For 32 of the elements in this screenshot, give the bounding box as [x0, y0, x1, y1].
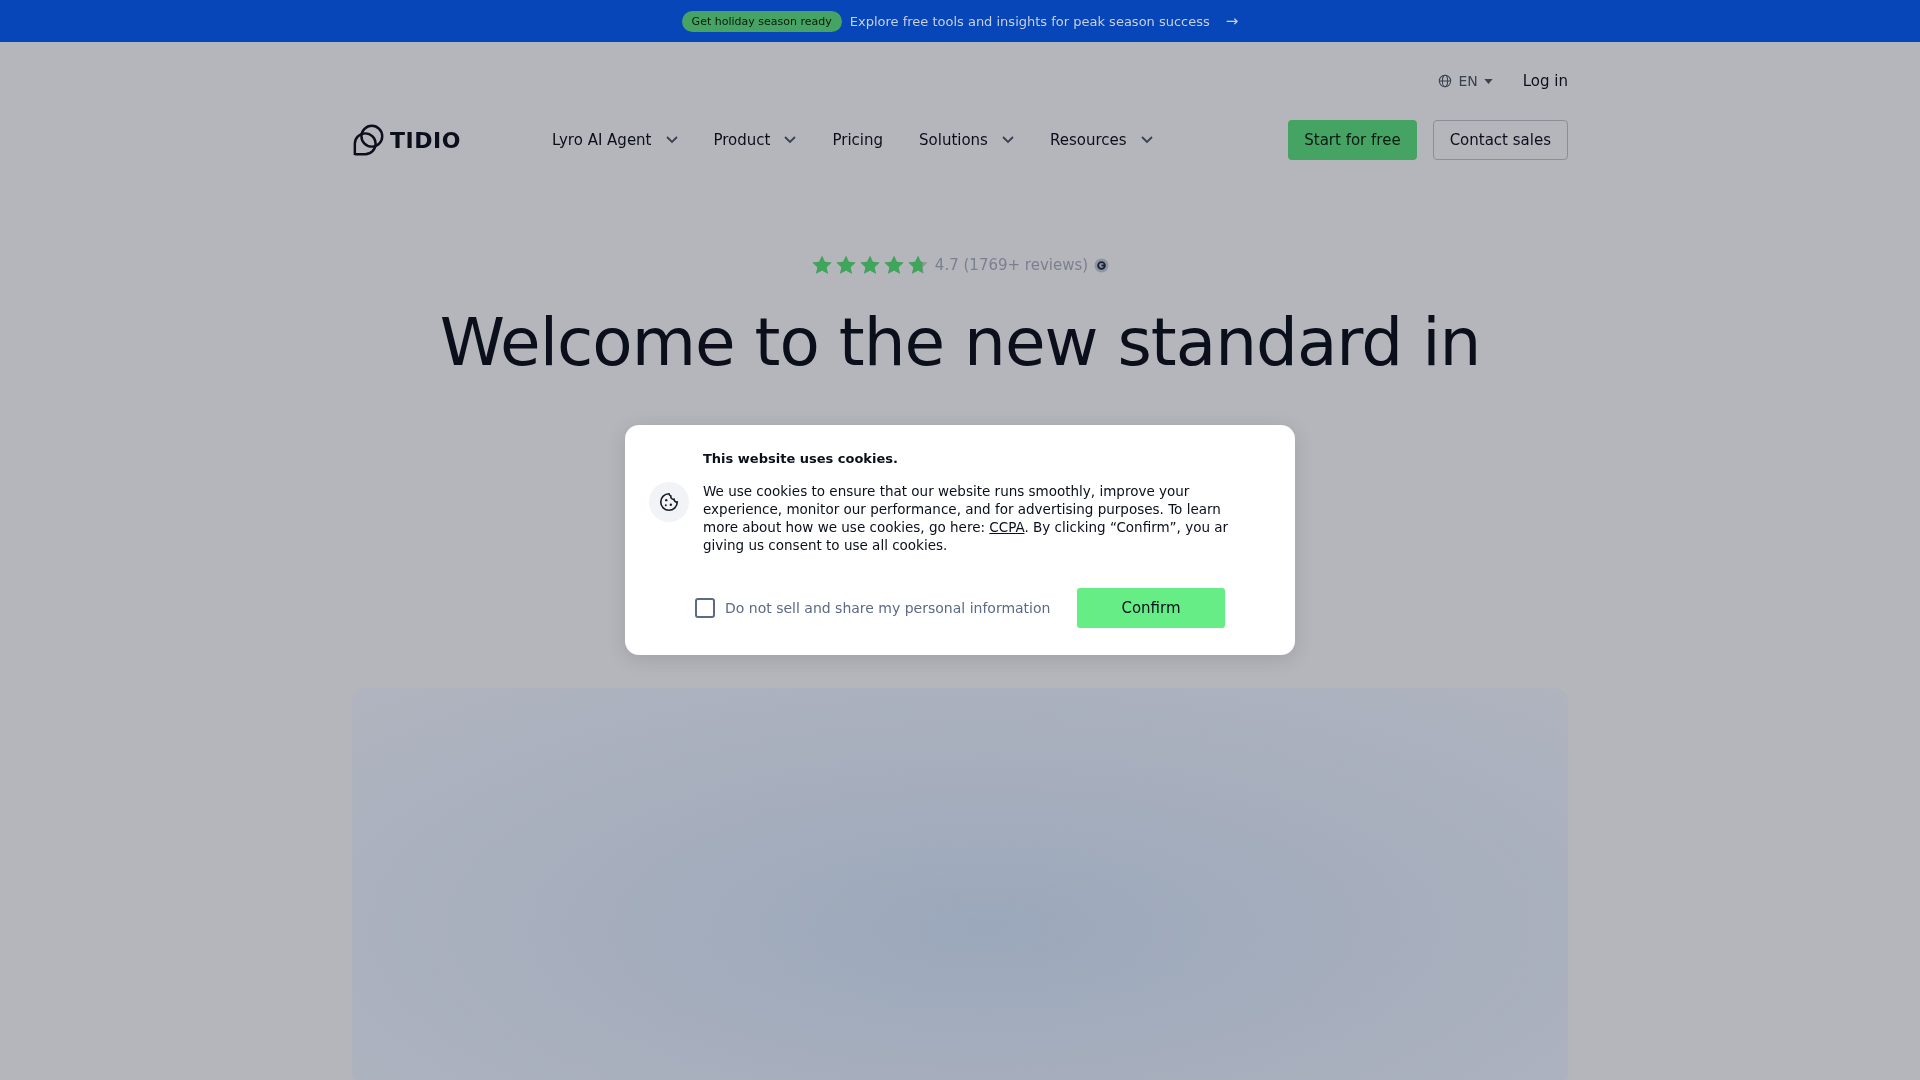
checkbox-label: Do not sell and share my personal information: [725, 600, 1051, 616]
promo-link[interactable]: Explore free tools and insights for peak season success: [849, 13, 1210, 29]
star-icon: [810, 254, 833, 276]
nav-item[interactable]: Solutions: [919, 131, 1014, 149]
nav-item[interactable]: Pricing: [832, 131, 883, 149]
dialog-title: This website uses cookies.: [703, 451, 899, 466]
arrow-icon[interactable]: →: [1225, 12, 1239, 30]
nav-item[interactable]: Lyro AI Agent: [552, 131, 678, 149]
star-icon: [858, 254, 881, 276]
ccpa-link[interactable]: CCPA: [989, 519, 1025, 535]
review-site-icon: [1094, 257, 1110, 273]
page-heading: Welcome to the new standard in: [438, 303, 1482, 383]
contact-button[interactable]: Contact sales: [1432, 120, 1568, 160]
promo-badge[interactable]: Get holiday season ready: [681, 10, 842, 32]
logo-icon: [352, 123, 386, 157]
checkbox[interactable]: [695, 598, 715, 618]
confirm-button[interactable]: Confirm: [1077, 588, 1225, 628]
logo[interactable]: TIDIO: [352, 123, 552, 157]
rating-text: 4.7 (1769+ reviews): [934, 256, 1089, 274]
nav-item[interactable]: Product: [713, 131, 797, 149]
globe-icon: [1438, 74, 1453, 88]
language-selector[interactable]: EN: [1438, 73, 1493, 89]
star-icon: [906, 254, 929, 276]
logo-text: TIDIO: [390, 127, 461, 153]
login-link[interactable]: Log in: [1522, 72, 1568, 90]
star-icon: [834, 254, 857, 276]
caret-icon: [1483, 78, 1493, 84]
cookie-icon: [649, 481, 689, 522]
nav-item[interactable]: Resources: [1049, 131, 1153, 149]
cookie-notice-text: We use cookies to ensure that our website runs smoothly, improve your experience, monitor our performance, and for advertising purposes. To learn more about how we use cookies, go here: CCPA. By clicking “Confirm”, you ar giving us consent to use all cookies.: [703, 482, 1230, 554]
start-button[interactable]: Start for free: [1288, 120, 1417, 160]
star-icon: [882, 254, 905, 276]
